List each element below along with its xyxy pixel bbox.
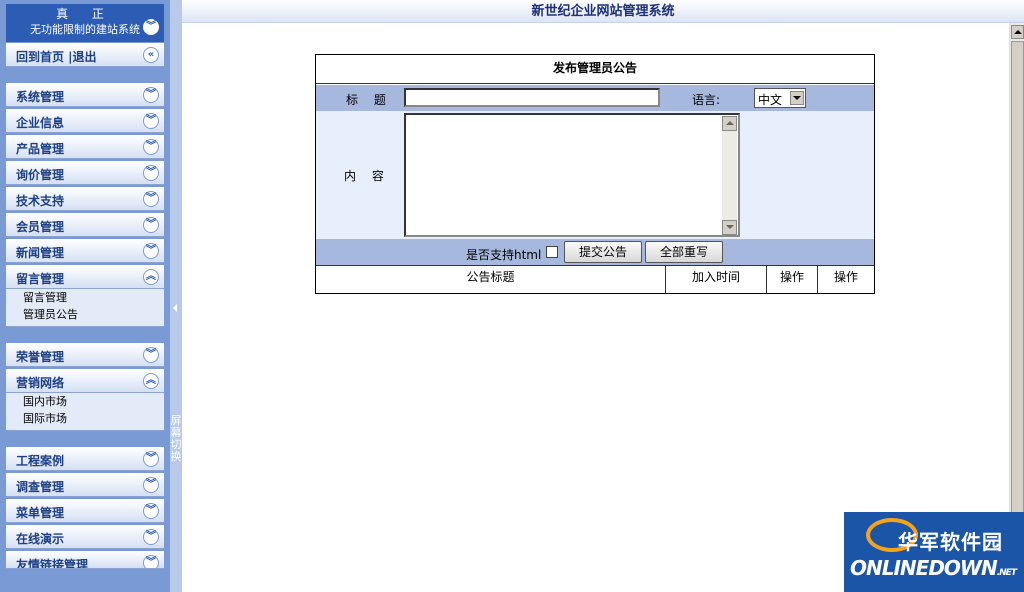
sidebar-quick-links: 回到首页 |退出 « xyxy=(6,43,164,67)
sidebar-item-system[interactable]: 系统管理 ︾ xyxy=(6,83,164,107)
sidebar-item-links[interactable]: 友情链接管理 ︾ xyxy=(6,551,164,569)
watermark-en: ONLINEDOWN.NET xyxy=(850,556,1017,580)
textarea-scrollbar[interactable] xyxy=(722,116,737,235)
screen-toggle-label[interactable]: 屏幕切换 xyxy=(170,415,182,463)
chevron-left-icon[interactable]: « xyxy=(143,47,159,63)
watermark-en-text: ONLINEDOWN xyxy=(850,556,998,580)
html-support-checkbox[interactable] xyxy=(546,246,558,258)
sidebar-item-survey[interactable]: 调查管理 ︾ xyxy=(6,473,164,497)
chevron-down-icon[interactable]: ︾ xyxy=(143,347,159,363)
language-label: 语言: xyxy=(692,93,721,107)
content-label: 内 容 xyxy=(344,169,390,183)
chevron-down-icon[interactable]: ︾ xyxy=(143,165,159,181)
watermark-suffix: .NET xyxy=(996,568,1017,578)
quick-links-label[interactable]: 回到首页 |退出 xyxy=(16,48,97,65)
scrollbar-thumb[interactable] xyxy=(1011,41,1024,531)
watermark-cn: 华军软件园 xyxy=(898,530,1003,554)
sidebar-item-demo[interactable]: 在线演示 ︾ xyxy=(6,525,164,549)
html-support-label: 是否支持html xyxy=(466,248,542,262)
sidebar-item-label: 技术支持 xyxy=(16,194,65,208)
sidebar-item-label: 产品管理 xyxy=(16,142,65,156)
chevron-down-icon[interactable]: ︾ xyxy=(143,529,159,545)
sidebar-item-messages[interactable]: 留言管理 ︽ xyxy=(6,265,164,289)
sidebar-header-title: 真 正 xyxy=(56,7,114,21)
column-header-action: 操作 xyxy=(767,266,818,293)
sidebar-item-news[interactable]: 新闻管理 ︾ xyxy=(6,239,164,263)
column-header-action: 操作 xyxy=(833,270,858,284)
chevron-down-icon[interactable]: ︾ xyxy=(143,139,159,155)
chevron-down-icon[interactable]: ︾ xyxy=(143,243,159,259)
title-row: 标 题 语言: 中文 xyxy=(316,85,874,111)
chevron-down-icon[interactable]: ︾ xyxy=(143,87,159,103)
sidebar-item-label: 在线演示 xyxy=(16,532,65,546)
sidebar-item-label: 荣誉管理 xyxy=(16,350,65,364)
sidebar-item-label: 询价管理 xyxy=(16,168,65,182)
sidebar-subitem-domestic[interactable]: 国内市场 xyxy=(6,393,164,410)
chevron-down-icon[interactable]: ︾ xyxy=(143,113,159,129)
sidebar-item-support[interactable]: 技术支持 ︾ xyxy=(6,187,164,211)
chevron-down-icon[interactable]: ︾ xyxy=(143,19,159,35)
chevron-down-icon[interactable]: ︾ xyxy=(143,191,159,207)
reset-button[interactable]: 全部重写 xyxy=(645,241,723,263)
sidebar-item-label: 系统管理 xyxy=(16,90,65,104)
sidebar-item-menu[interactable]: 菜单管理 ︾ xyxy=(6,499,164,523)
scroll-down-icon[interactable] xyxy=(722,220,737,235)
sidebar-subitem-messages[interactable]: 留言管理 xyxy=(6,289,164,306)
content-textarea[interactable] xyxy=(404,113,740,237)
chevron-down-icon[interactable]: ︾ xyxy=(143,217,159,233)
column-header-time: 加入时间 xyxy=(666,266,767,293)
submit-notice-button[interactable]: 提交公告 xyxy=(564,241,642,263)
screen-toggle-bar[interactable]: 屏幕切换 xyxy=(170,0,182,592)
language-select-value: 中文 xyxy=(758,93,783,107)
chevron-down-icon[interactable]: ︾ xyxy=(143,477,159,493)
sidebar-item-label: 留言管理 xyxy=(16,272,65,286)
form-heading: 发布管理员公告 xyxy=(316,55,874,84)
sidebar-item-label: 调查管理 xyxy=(16,480,65,494)
dropdown-arrow-icon[interactable] xyxy=(790,91,804,105)
actions-row: 是否支持html 提交公告 全部重写 xyxy=(316,239,874,265)
notice-table-header: 公告标题 加入时间 操作 操作 xyxy=(316,265,874,293)
sidebar-subitem-admin-notice[interactable]: 管理员公告 xyxy=(6,306,164,323)
sidebar-item-label: 营销网络 xyxy=(16,376,65,390)
sidebar-subpanel-messages: 留言管理 管理员公告 xyxy=(6,289,164,327)
sidebar-subpanel-marketing: 国内市场 国际市场 xyxy=(6,393,164,431)
notice-form-panel: 发布管理员公告 标 题 语言: 中文 内 容 是否支持html 提交公告 全部重… xyxy=(315,54,875,294)
page-title: 新世纪企业网站管理系统 xyxy=(531,4,675,19)
scroll-up-icon[interactable] xyxy=(722,116,737,131)
title-label: 标 题 xyxy=(346,93,392,107)
scroll-up-icon[interactable] xyxy=(1011,25,1024,39)
chevron-up-icon[interactable]: ︽ xyxy=(143,269,159,285)
sidebar-item-inquiry[interactable]: 询价管理 ︾ xyxy=(6,161,164,185)
sidebar-item-label: 企业信息 xyxy=(16,116,65,130)
sidebar-item-marketing[interactable]: 营销网络 ︽ xyxy=(6,369,164,393)
sidebar-item-label: 友情链接管理 xyxy=(16,558,89,569)
sidebar: 真 正 无功能限制的建站系统 ︾ 回到首页 |退出 « 系统管理 ︾ 企业信息 … xyxy=(0,0,170,592)
sidebar-header: 真 正 无功能限制的建站系统 ︾ xyxy=(6,4,164,42)
top-bar: 新世纪企业网站管理系统 xyxy=(182,0,1024,23)
chevron-down-icon[interactable]: ︾ xyxy=(143,555,159,568)
title-input[interactable] xyxy=(404,88,660,107)
sidebar-item-products[interactable]: 产品管理 ︾ xyxy=(6,135,164,159)
sidebar-header-subtitle: 无功能限制的建站系统 xyxy=(30,23,140,36)
sidebar-item-members[interactable]: 会员管理 ︾ xyxy=(6,213,164,237)
sidebar-item-cases[interactable]: 工程案例 ︾ xyxy=(6,447,164,471)
chevron-down-icon[interactable]: ︾ xyxy=(143,503,159,519)
language-select[interactable]: 中文 xyxy=(754,88,806,108)
sidebar-item-label: 菜单管理 xyxy=(16,506,65,520)
page-scrollbar[interactable] xyxy=(1009,23,1024,592)
sidebar-item-label: 会员管理 xyxy=(16,220,65,234)
chevron-up-icon[interactable]: ︽ xyxy=(143,373,159,389)
chevron-down-icon[interactable]: ︾ xyxy=(143,451,159,467)
watermark-logo: 华军软件园 ONLINEDOWN.NET xyxy=(844,512,1024,592)
sidebar-item-label: 工程案例 xyxy=(16,454,65,468)
sidebar-item-company[interactable]: 企业信息 ︾ xyxy=(6,109,164,133)
sidebar-subitem-international[interactable]: 国际市场 xyxy=(6,410,164,427)
sidebar-item-honors[interactable]: 荣誉管理 ︾ xyxy=(6,343,164,367)
column-header-title: 公告标题 xyxy=(316,266,666,293)
content-row: 内 容 xyxy=(316,111,874,239)
collapse-arrow-icon[interactable] xyxy=(173,304,177,312)
sidebar-item-label: 新闻管理 xyxy=(16,246,65,260)
